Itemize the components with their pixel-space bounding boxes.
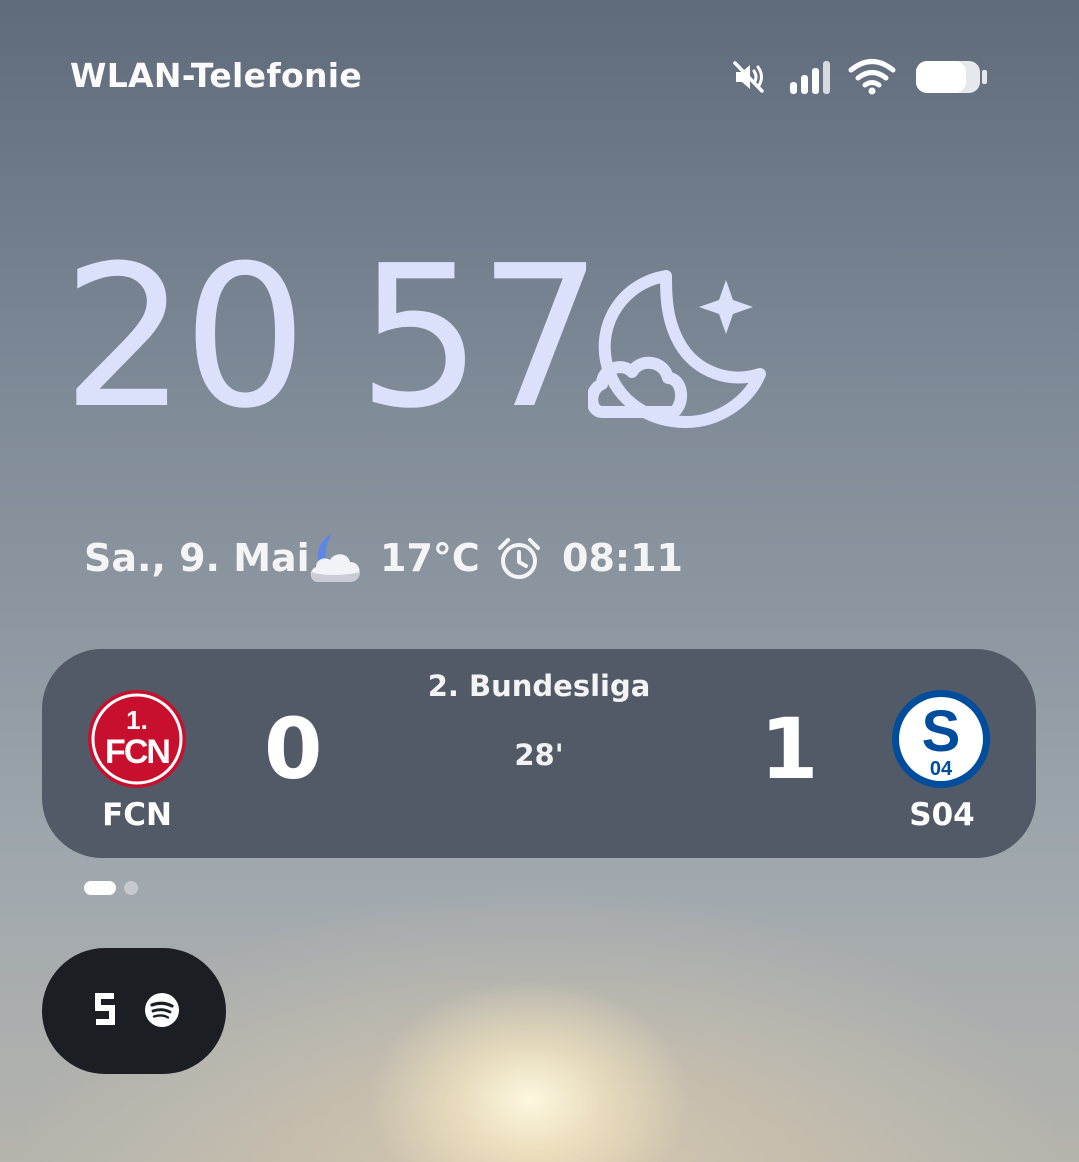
date-label: Sa., 9. Mai (84, 536, 310, 580)
home-team-label: FCN (102, 797, 172, 833)
s04-crest-icon: S 04 (892, 690, 990, 788)
away-score: 1 (760, 700, 819, 798)
alarm-clock-icon (498, 538, 540, 579)
signal-icon (790, 61, 830, 94)
pager-dot (124, 881, 138, 895)
media-pill[interactable] (42, 948, 226, 1074)
live-score-card[interactable]: 2. Bundesliga 1. FCN FCN 0 28' 1 S 04 S0… (42, 649, 1036, 858)
temperature-label: 17°C (380, 536, 480, 580)
svg-text:1.: 1. (126, 705, 148, 735)
spotify-icon (145, 993, 179, 1027)
status-bar: WLAN-Telefonie (0, 0, 1079, 150)
battery-icon (916, 61, 987, 93)
clock-hours: 20 (62, 224, 307, 452)
mute-icon (733, 61, 764, 93)
match-minute: 28' (514, 738, 564, 772)
svg-text:04: 04 (930, 758, 953, 780)
clock-minutes: 57 (357, 224, 602, 452)
lock-clock: 20 57 (62, 240, 603, 436)
league-label: 2. Bundesliga (427, 669, 651, 703)
moon-cloud-icon (310, 534, 360, 582)
away-team-label: S04 (909, 797, 975, 833)
carrier-label: WLAN-Telefonie (70, 56, 363, 95)
alarm-time-label: 08:11 (562, 536, 683, 580)
svg-text:S: S (922, 699, 961, 764)
moon-cloud-star-icon (588, 270, 766, 428)
pager-dot-active (84, 881, 116, 895)
app-s-icon (95, 993, 115, 1025)
wifi-icon (848, 59, 896, 95)
